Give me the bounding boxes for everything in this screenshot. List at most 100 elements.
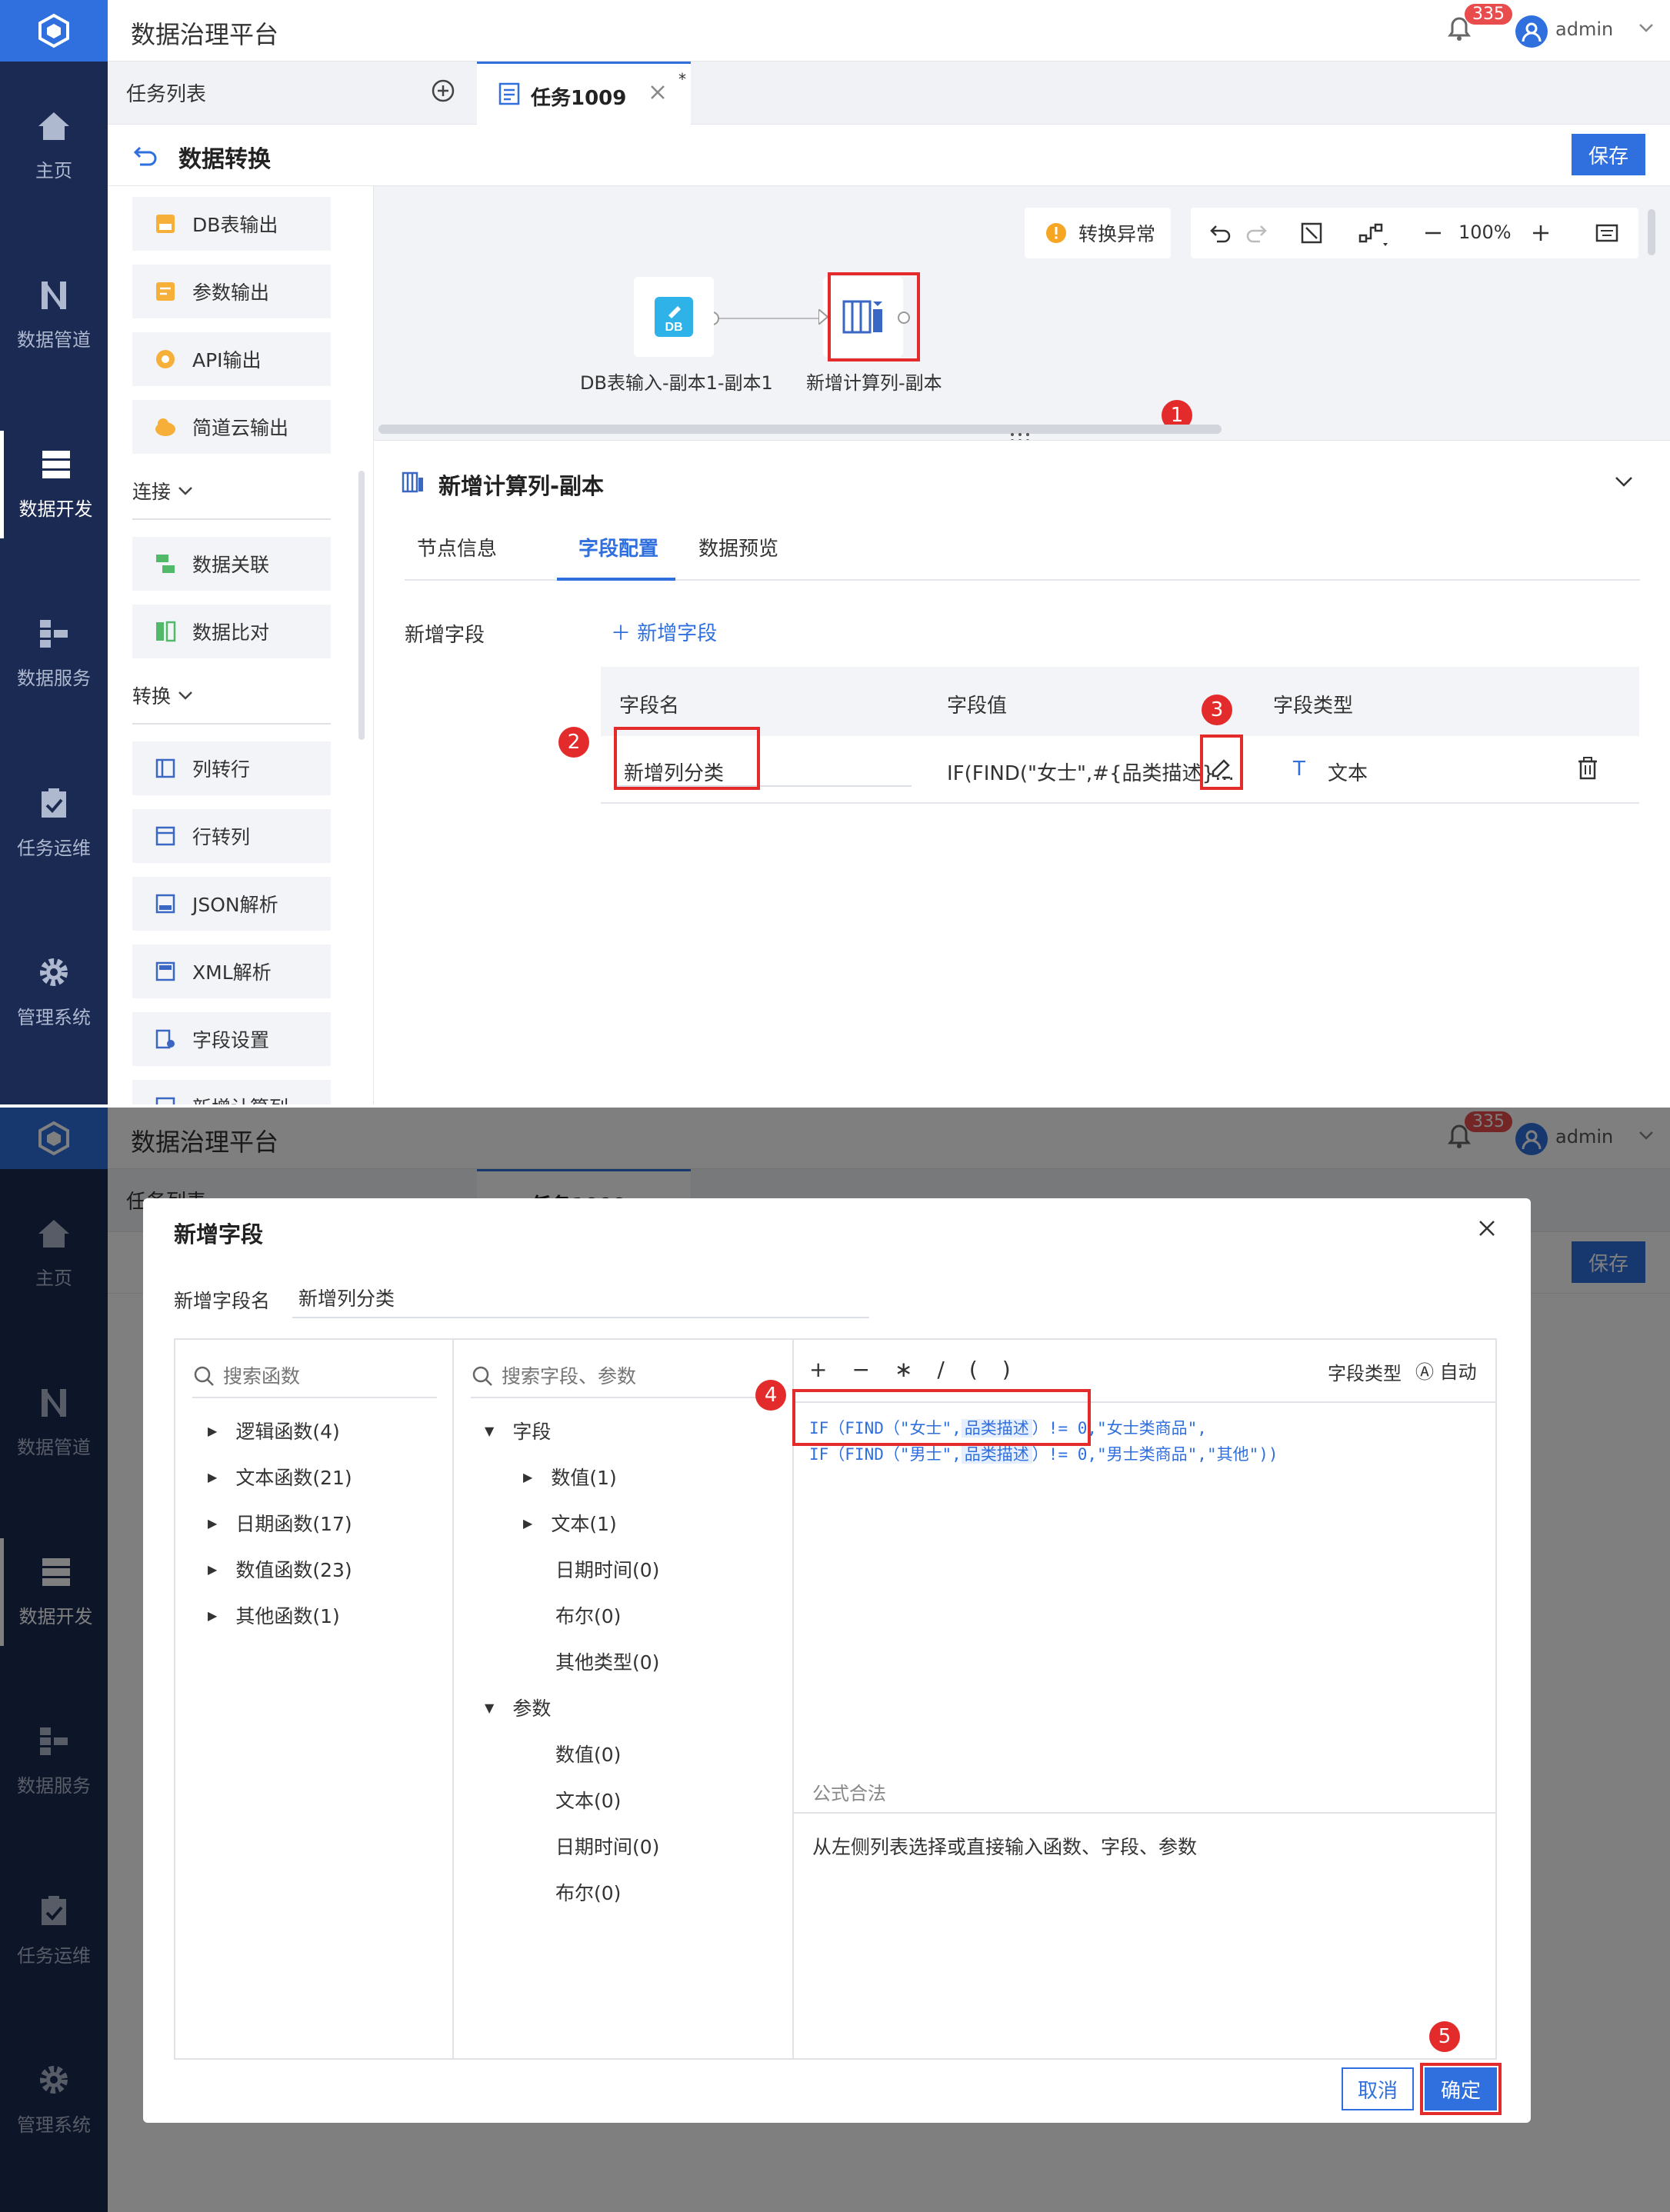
operator-minus[interactable]: − [852,1357,869,1382]
close-tab-icon[interactable] [648,82,668,102]
delete-icon[interactable] [1576,756,1599,781]
op-data-join[interactable]: 数据关联 [132,537,331,591]
nav-admin-label: 管理系统 [17,1006,91,1028]
group-transform-label: 转换 [132,685,172,708]
operator-close-paren[interactable]: ) [1002,1357,1011,1382]
add-field-button[interactable]: ＋ 新增字段 [611,618,717,646]
item-label: 其他类型(0) [555,1651,660,1674]
op-row-to-col[interactable]: 行转列 [132,809,331,863]
op-xml-parse[interactable]: XML解析 [132,944,331,998]
function-category[interactable]: ▶ 逻辑函数(4) [208,1417,340,1444]
tree-item[interactable]: 布尔(0) [555,1601,621,1629]
function-search-input[interactable] [223,1364,415,1387]
canvas-vscroll[interactable] [1648,209,1655,255]
screen-formula-dialog: 主页 数据管道 数据开发 数据服务 任务运维 管理系统 数据治理平台 335 a… [0,1108,1670,2212]
new-field-label: 新增字段 [405,624,485,647]
xml-icon [155,961,175,981]
tree-group-params[interactable]: ▼ 参数 [485,1694,551,1721]
chevron-down-icon[interactable] [1637,18,1655,37]
undo-icon[interactable] [1209,222,1232,245]
tree-item[interactable]: 日期时间(0) [555,1555,659,1583]
operator-open-paren[interactable]: ( [969,1357,978,1382]
function-category[interactable]: ▶ 其他函数(1) [208,1601,340,1629]
op-jdy-output[interactable]: 简道云输出 [132,400,331,454]
op-api-output[interactable]: API输出 [132,332,331,386]
tab-data-preview[interactable]: 数据预览 [698,533,778,561]
close-icon[interactable] [1475,1217,1498,1240]
nav-pipeline[interactable]: 数据管道 [0,262,108,369]
node-detail-panel: 新增计算列-副本 节点信息 字段配置 数据预览 新增字段 ＋ 新增字段 字段名 … [374,440,1670,1104]
item-label: 布尔(0) [555,1882,622,1904]
status-box[interactable]: 转换异常 [1025,208,1171,258]
flow-canvas[interactable]: 转换异常 100% DB DB表输入-副本1-副本1 新增计算列-副本 1 [374,186,1670,442]
tab-field-config[interactable]: 字段配置 [578,533,658,561]
nav-service[interactable]: 数据服务 [0,600,108,708]
nav-admin[interactable]: 管理系统 [0,938,108,1046]
canvas-hscroll[interactable] [378,425,1222,434]
operator-multiply[interactable]: ∗ [895,1357,912,1382]
auto-icon: Ⓐ [1415,1361,1434,1383]
redo-icon[interactable] [1245,222,1268,245]
warning-icon [1046,223,1066,243]
field-search[interactable] [471,1355,777,1398]
cancel-button[interactable]: 取消 [1342,2067,1414,2110]
tab-node-info[interactable]: 节点信息 [417,533,497,561]
tree-group-fields[interactable]: ▼ 字段 [485,1417,551,1444]
op-field-settings[interactable]: 字段设置 [132,1012,331,1066]
item-label: 数值(0) [555,1744,622,1766]
active-tab-underline [557,578,675,581]
node-db-input[interactable]: DB [634,277,714,357]
formula-editor[interactable]: IF（FIND（"女士", 品类描述 ）!= 0,"女士类商品", IF（FIND（… [794,1401,1495,1824]
field-search-input[interactable] [502,1364,694,1387]
avatar[interactable] [1515,15,1548,48]
app-logo[interactable] [0,0,108,62]
tree-item[interactable]: 日期时间(0) [555,1832,659,1860]
tree-item[interactable]: ▶ 数值(1) [523,1463,617,1491]
modified-mark: * [678,70,686,88]
operator-divide[interactable]: / [937,1357,944,1382]
save-button[interactable]: 保存 [1572,134,1645,175]
op-add-computed-column[interactable]: 新增计算列 [132,1080,331,1104]
highlight-confirm [1420,2063,1502,2115]
field-token[interactable]: 品类描述 [961,1445,1032,1464]
op-param-output[interactable]: 参数输出 [132,265,331,318]
op-db-output[interactable]: DB表输出 [132,197,331,251]
keyboard-icon[interactable] [1595,223,1618,243]
back-icon[interactable] [132,142,158,168]
field-settings-icon [155,1029,175,1049]
operator-plus[interactable]: + [809,1357,827,1382]
field-param-panel: ▼字段 ▶数值(1) ▶文本(1) 日期时间(0) 布尔(0) 其他类型(0) … [454,1340,794,2058]
op-json-parse[interactable]: JSON解析 [132,877,331,931]
function-category[interactable]: ▶ 日期函数(17) [208,1509,352,1537]
tab-task-list[interactable]: 任务列表 [126,78,206,107]
field-type-select[interactable]: Ⓐ 自动 [1415,1357,1477,1384]
field-name-input[interactable] [292,1278,869,1318]
nav-home[interactable]: 主页 [0,92,108,200]
nav-ops[interactable]: 任务运维 [0,769,108,877]
op-data-compare[interactable]: 数据比对 [132,605,331,658]
function-category[interactable]: ▶ 数值函数(23) [208,1555,352,1583]
fit-view-icon[interactable] [1300,222,1323,245]
function-category[interactable]: ▶ 文本函数(21) [208,1463,352,1491]
tab-bar: 任务列表 任务1009 * [108,62,1670,125]
group-transform[interactable]: 转换 [132,681,194,709]
zoom-in-icon[interactable] [1531,223,1551,243]
logo-icon [38,13,69,48]
tree-item[interactable]: 布尔(0) [555,1878,621,1906]
username[interactable]: admin [1555,18,1613,40]
chevron-down-icon[interactable] [1612,470,1635,493]
op-label: 参数输出 [192,281,270,304]
tree-item[interactable]: 文本(0) [555,1786,621,1814]
tree-item[interactable]: 数值(0) [555,1740,621,1767]
zoom-out-icon[interactable] [1423,223,1443,243]
layout-icon[interactable] [1358,222,1389,248]
panel-scrollbar[interactable] [358,471,365,740]
group-connect[interactable]: 连接 [132,477,194,505]
nav-dev[interactable]: 数据开发 [0,431,108,538]
function-search[interactable] [192,1355,437,1398]
tree-item[interactable]: 其他类型(0) [555,1647,659,1675]
tree-item[interactable]: ▶ 文本(1) [523,1509,617,1537]
op-col-to-row[interactable]: 列转行 [132,741,331,795]
add-tab-icon[interactable] [431,78,455,103]
tab-task-1009[interactable]: 任务1009 * [477,62,691,125]
